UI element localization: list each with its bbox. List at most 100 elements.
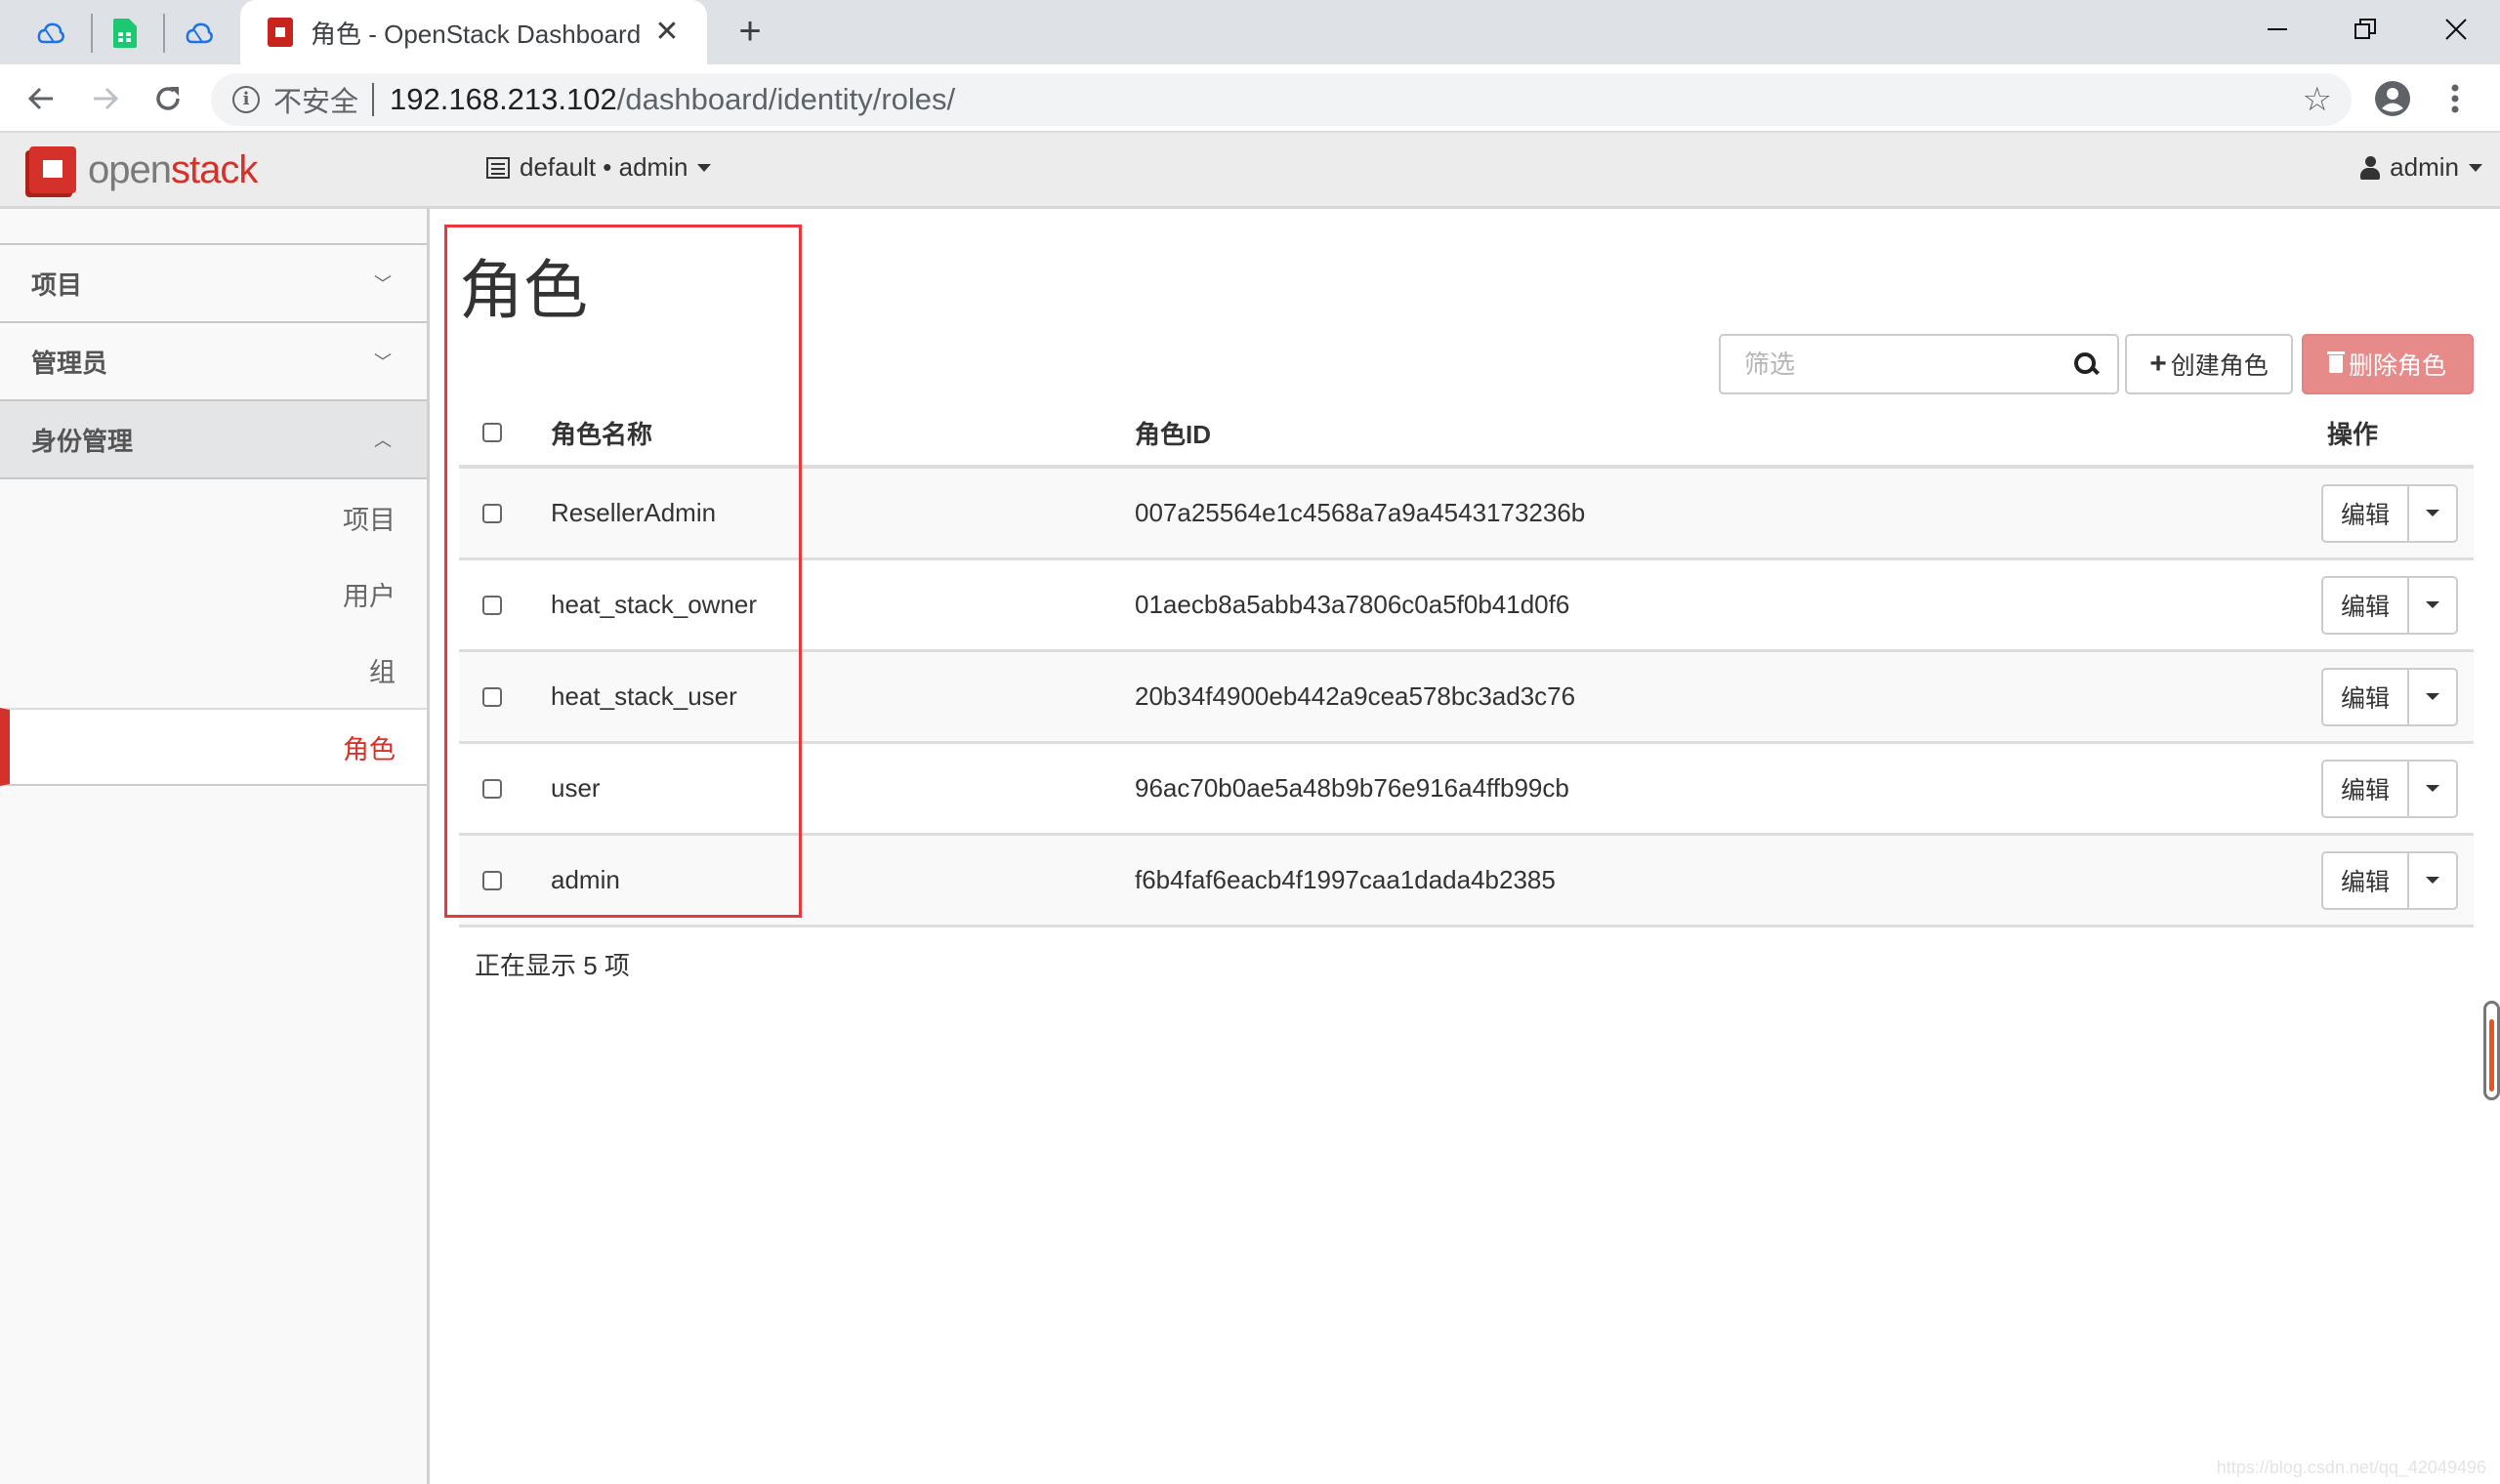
search-icon[interactable] bbox=[2074, 352, 2098, 376]
sidebar-section-project[interactable]: 项目 ﹀ bbox=[0, 245, 427, 323]
minimize-button[interactable] bbox=[2248, 8, 2307, 51]
chevron-down-icon: ﹀ bbox=[374, 274, 392, 294]
pinned-tab-cloud[interactable] bbox=[31, 14, 70, 53]
table-row: admin f6b4faf6eacb4f1997caa1dada4b2385 编辑 bbox=[459, 836, 2474, 928]
sidebar-section-identity[interactable]: 身份管理 ︿ bbox=[0, 401, 427, 479]
row-select-cell bbox=[459, 595, 551, 615]
account-circle-icon bbox=[2375, 81, 2410, 116]
url-path: /dashboard/identity/roles/ bbox=[616, 82, 956, 116]
window-close-button[interactable] bbox=[2427, 8, 2485, 51]
more-actions-dropdown[interactable] bbox=[2409, 853, 2456, 908]
arrow-right-icon bbox=[94, 87, 119, 110]
edit-button[interactable]: 编辑 bbox=[2323, 485, 2409, 541]
sidebar-item-roles[interactable]: 角色 bbox=[0, 708, 427, 786]
edit-button[interactable]: 编辑 bbox=[2323, 577, 2409, 633]
caret-down-icon bbox=[2426, 877, 2439, 884]
row-actions: 编辑 bbox=[2321, 483, 2474, 543]
forward-button[interactable] bbox=[84, 77, 127, 120]
restore-icon bbox=[2354, 19, 2376, 39]
active-tab[interactable]: 角色 - OpenStack Dashboard ✕ bbox=[240, 0, 707, 64]
row-checkbox[interactable] bbox=[482, 778, 502, 799]
item-count: 正在显示 5 项 bbox=[475, 951, 630, 980]
row-checkbox[interactable] bbox=[482, 870, 502, 890]
security-label[interactable]: 不安全 bbox=[273, 79, 358, 120]
watermark: https://blog.csdn.net/qq_42049496 bbox=[2216, 1458, 2486, 1477]
sidebar-item-users[interactable]: 用户 bbox=[0, 556, 427, 632]
new-tab-button[interactable]: + bbox=[730, 12, 770, 51]
column-header-actions: 操作 bbox=[2327, 419, 2379, 449]
sidebar-item-groups[interactable]: 组 bbox=[0, 632, 427, 708]
restore-button[interactable] bbox=[2336, 8, 2395, 51]
edit-button[interactable]: 编辑 bbox=[2323, 852, 2409, 908]
sidebar-item-projects[interactable]: 项目 bbox=[0, 479, 427, 556]
column-header-name[interactable]: 角色名称 bbox=[551, 415, 1135, 451]
back-button[interactable] bbox=[20, 77, 62, 120]
row-action-group: 编辑 bbox=[2321, 759, 2458, 818]
role-name[interactable]: ResellerAdmin bbox=[551, 498, 1135, 528]
table-row: ResellerAdmin 007a25564e1c4568a7a9a454317… bbox=[459, 469, 2474, 560]
url-host: 192.168.213.102 bbox=[390, 82, 617, 116]
pinned-tab-sheet[interactable] bbox=[105, 14, 145, 53]
info-icon[interactable]: i bbox=[232, 86, 260, 113]
cloud-icon bbox=[186, 22, 213, 44]
role-name[interactable]: admin bbox=[551, 865, 1135, 895]
role-name[interactable]: user bbox=[551, 773, 1135, 804]
openstack-logo-icon bbox=[29, 146, 76, 193]
logo-text-open: open bbox=[88, 147, 172, 191]
edit-button[interactable]: 编辑 bbox=[2323, 761, 2409, 816]
row-action-group: 编辑 bbox=[2321, 575, 2458, 635]
scrollbar-thumb[interactable] bbox=[2483, 1001, 2500, 1100]
delete-roles-button[interactable]: 删除角色 bbox=[2302, 334, 2474, 394]
select-all-checkbox[interactable] bbox=[482, 423, 502, 442]
create-role-label: 创建角色 bbox=[2170, 352, 2269, 380]
openstack-favicon-icon bbox=[268, 18, 293, 47]
more-actions-dropdown[interactable] bbox=[2409, 578, 2456, 633]
roles-table: 角色名称 角色ID 操作 ResellerAdmin 007a25564e1c45… bbox=[459, 400, 2474, 928]
user-menu[interactable]: admin bbox=[2360, 152, 2482, 183]
create-role-button[interactable]: + 创建角色 bbox=[2125, 334, 2293, 394]
tab-separator bbox=[163, 14, 165, 53]
caret-down-icon bbox=[697, 163, 712, 172]
more-actions-dropdown[interactable] bbox=[2409, 670, 2456, 724]
sidebar-top-spacer bbox=[0, 209, 427, 245]
role-id: 01aecb8a5abb43a7806c0a5f0b41d0f6 bbox=[1135, 590, 1570, 619]
reload-button[interactable] bbox=[146, 77, 189, 120]
address-bar[interactable]: i 不安全 192.168.213.102 /dashboard/identit… bbox=[211, 73, 2352, 126]
filter-field[interactable] bbox=[1719, 334, 2119, 394]
spreadsheet-icon bbox=[113, 19, 137, 48]
role-id: 96ac70b0ae5a48b9b76e916a4ffb99cb bbox=[1135, 773, 1569, 803]
column-header-id[interactable]: 角色ID bbox=[1135, 415, 2327, 451]
user-icon bbox=[2360, 155, 2381, 180]
tab-close-icon[interactable]: ✕ bbox=[648, 14, 686, 51]
edit-button[interactable]: 编辑 bbox=[2323, 669, 2409, 724]
pinned-tab-cloud-2[interactable] bbox=[180, 14, 219, 53]
more-actions-dropdown[interactable] bbox=[2409, 762, 2456, 816]
sidebar-section-admin[interactable]: 管理员 ﹀ bbox=[0, 323, 427, 401]
browser-menu-button[interactable] bbox=[2434, 77, 2477, 120]
sidebar: 项目 ﹀ 管理员 ﹀ 身份管理 ︿ 项目 用户 组 角色 bbox=[0, 209, 430, 1484]
row-action-group: 编辑 bbox=[2321, 667, 2458, 726]
tab-separator bbox=[91, 14, 93, 53]
row-checkbox[interactable] bbox=[482, 503, 502, 523]
filter-input[interactable] bbox=[1721, 336, 2074, 392]
bookmark-star-icon[interactable]: ☆ bbox=[2303, 83, 2332, 116]
more-vertical-icon bbox=[2451, 84, 2459, 113]
role-name[interactable]: heat_stack_user bbox=[551, 681, 1135, 712]
project-context-switcher[interactable]: default • admin bbox=[486, 152, 712, 183]
reload-icon bbox=[156, 87, 180, 110]
profile-button[interactable] bbox=[2371, 77, 2414, 120]
row-actions: 编辑 bbox=[2321, 850, 2474, 910]
row-select-cell bbox=[459, 503, 551, 523]
table-row: heat_stack_owner 01aecb8a5abb43a7806c0a5f… bbox=[459, 560, 2474, 652]
row-checkbox[interactable] bbox=[482, 686, 502, 707]
row-actions: 编辑 bbox=[2321, 759, 2474, 818]
role-name[interactable]: heat_stack_owner bbox=[551, 590, 1135, 620]
more-actions-dropdown[interactable] bbox=[2409, 486, 2456, 541]
row-actions: 编辑 bbox=[2321, 575, 2474, 635]
table-header: 角色名称 角色ID 操作 bbox=[459, 400, 2474, 469]
openstack-logo[interactable]: openstack bbox=[29, 146, 258, 193]
row-checkbox[interactable] bbox=[482, 595, 502, 615]
row-actions: 编辑 bbox=[2321, 667, 2474, 726]
role-id: 007a25564e1c4568a7a9a4543173236b bbox=[1135, 498, 1586, 527]
user-name: admin bbox=[2390, 152, 2459, 182]
